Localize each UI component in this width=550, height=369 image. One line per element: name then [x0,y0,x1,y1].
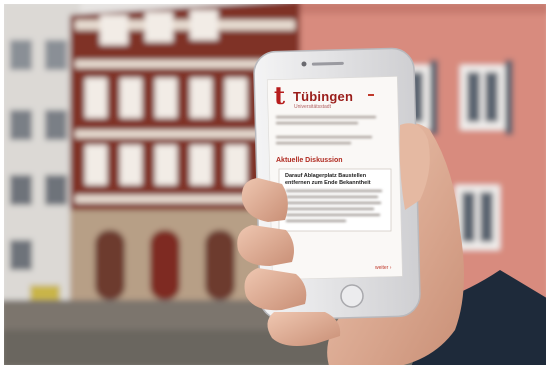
scene-illustration [0,0,550,369]
photo-scene: t Tübingen Universitätsstadt Aktuelle Di… [0,0,550,369]
menu-icon [368,94,374,96]
home-button [340,284,364,308]
